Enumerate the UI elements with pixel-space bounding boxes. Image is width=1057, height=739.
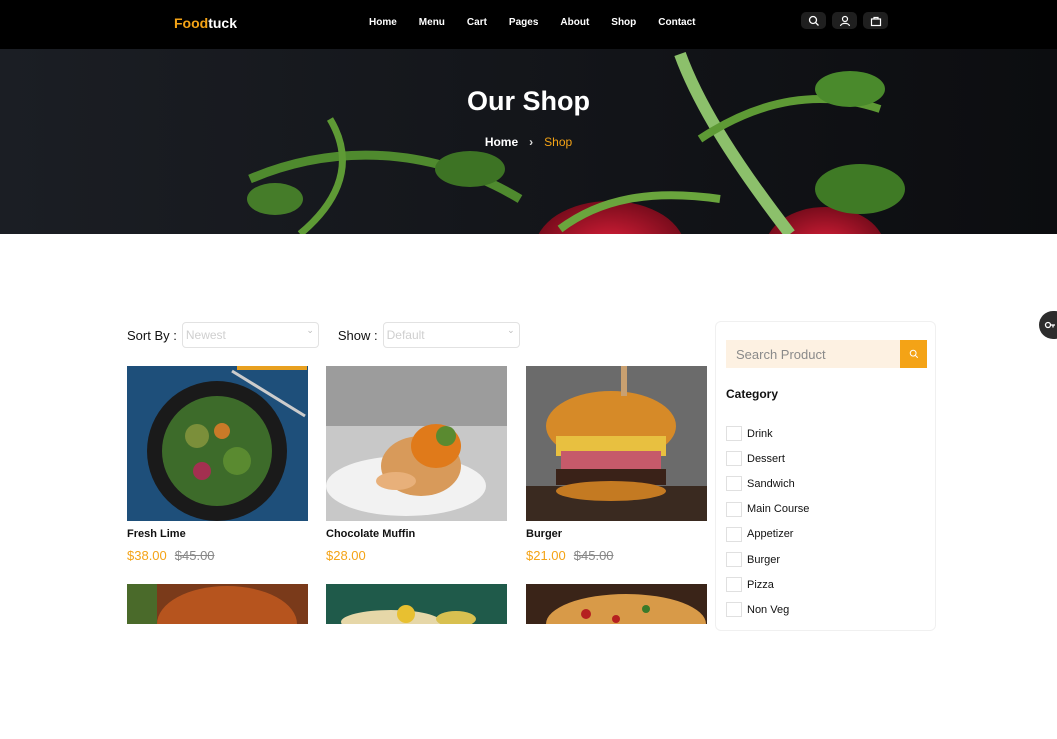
product-price: $21.00 $45.00 <box>526 548 707 563</box>
product-card[interactable] <box>526 584 707 739</box>
show-label: Show : <box>337 327 378 343</box>
category-checkbox[interactable] <box>726 577 742 593</box>
product-card[interactable]: Burger $21.00 $45.00 <box>526 366 707 563</box>
product-price: $38.00 $45.00 <box>127 548 308 563</box>
category-label: Drink <box>747 427 773 440</box>
product-name[interactable]: Chocolate Muffin <box>326 528 507 540</box>
category-label: Appetizer <box>747 528 794 541</box>
floating-settings-button[interactable] <box>1039 311 1057 339</box>
logo-text-tuck: tuck <box>208 15 238 31</box>
category-checkbox[interactable] <box>726 602 742 618</box>
product-card[interactable]: Chocolate Muffin $28.00 <box>326 366 507 563</box>
category-item[interactable]: Sandwich <box>726 471 809 496</box>
product-image[interactable] <box>526 584 707 739</box>
current-price: $21.00 <box>526 548 566 563</box>
search-product-input[interactable]: Search Product <box>726 340 900 368</box>
category-label: Dessert <box>747 452 785 465</box>
category-item[interactable]: Dessert <box>726 446 809 471</box>
nav-contact[interactable]: Contact <box>658 17 695 28</box>
sidebar: Search Product Category Drink Dessert Sa… <box>715 321 936 631</box>
nav-home[interactable]: Home <box>369 17 397 28</box>
product-image[interactable] <box>326 366 507 521</box>
nav-cart[interactable]: Cart <box>467 17 487 28</box>
search-icon[interactable] <box>801 12 826 29</box>
category-item[interactable]: Burger <box>726 547 809 572</box>
top-navbar: Foodtuck Home Menu Cart Pages About Shop… <box>0 0 1057 49</box>
product-image[interactable] <box>127 584 308 739</box>
product-name[interactable]: Fresh Lime <box>127 528 308 540</box>
old-price: $45.00 <box>174 548 215 563</box>
category-label: Non Veg <box>747 603 790 616</box>
show-select[interactable]: Default <box>382 322 520 348</box>
breadcrumb-current: Shop <box>544 135 573 149</box>
category-list: Drink Dessert Sandwich Main Course Appet… <box>726 421 809 623</box>
settings-icon <box>1044 321 1055 329</box>
sort-controls: Sort By : Newest Show : Default <box>127 322 520 348</box>
nav-pages[interactable]: Pages <box>509 17 538 28</box>
hero-banner: Our Shop Home › Shop <box>0 49 1057 234</box>
category-item[interactable]: Appetizer <box>726 522 809 547</box>
nav-about[interactable]: About <box>560 17 589 28</box>
category-item[interactable]: Drink <box>726 421 809 446</box>
category-checkbox[interactable] <box>726 501 742 517</box>
breadcrumb-separator: › <box>529 135 534 149</box>
logo-text-food: Food <box>174 15 209 31</box>
category-checkbox[interactable] <box>726 476 742 492</box>
nav-shop[interactable]: Shop <box>611 17 636 28</box>
logo[interactable]: Foodtuck <box>174 15 237 31</box>
search-icon <box>909 349 918 359</box>
category-checkbox[interactable] <box>726 451 742 467</box>
category-checkbox[interactable] <box>726 552 742 568</box>
category-checkbox[interactable] <box>726 426 742 442</box>
sort-label: Sort By : <box>127 327 177 343</box>
category-item[interactable]: Main Course <box>726 497 809 522</box>
product-image[interactable] <box>526 366 707 521</box>
category-label: Main Course <box>747 503 810 516</box>
category-title: Category <box>726 387 779 401</box>
breadcrumb: Home › Shop <box>0 135 1057 149</box>
header-icons <box>801 12 888 29</box>
nav-menu[interactable]: Menu <box>419 17 445 28</box>
old-price: $45.00 <box>573 548 614 563</box>
main-nav: Home Menu Cart Pages About Shop Contact <box>358 17 707 28</box>
product-image[interactable] <box>127 366 308 521</box>
search-button[interactable] <box>900 340 927 368</box>
category-checkbox[interactable] <box>726 526 742 542</box>
product-name[interactable]: Burger <box>526 528 707 540</box>
category-label: Pizza <box>747 578 774 591</box>
category-label: Burger <box>747 553 781 566</box>
product-card[interactable] <box>326 584 507 739</box>
product-image[interactable] <box>326 584 507 739</box>
current-price: $38.00 <box>127 548 167 563</box>
product-card[interactable]: Fresh Lime $38.00 $45.00 <box>127 366 308 563</box>
current-price: $28.00 <box>326 548 366 563</box>
page-title: Our Shop <box>467 86 590 116</box>
product-card[interactable] <box>127 584 308 739</box>
sort-select[interactable]: Newest <box>181 322 319 348</box>
product-price: $28.00 <box>326 548 507 563</box>
bag-icon[interactable] <box>863 12 888 29</box>
user-icon[interactable] <box>832 12 857 29</box>
category-item[interactable]: Pizza <box>726 572 809 597</box>
breadcrumb-home[interactable]: Home <box>485 135 518 149</box>
category-label: Sandwich <box>747 477 795 490</box>
category-item[interactable]: Non Veg <box>726 597 809 622</box>
